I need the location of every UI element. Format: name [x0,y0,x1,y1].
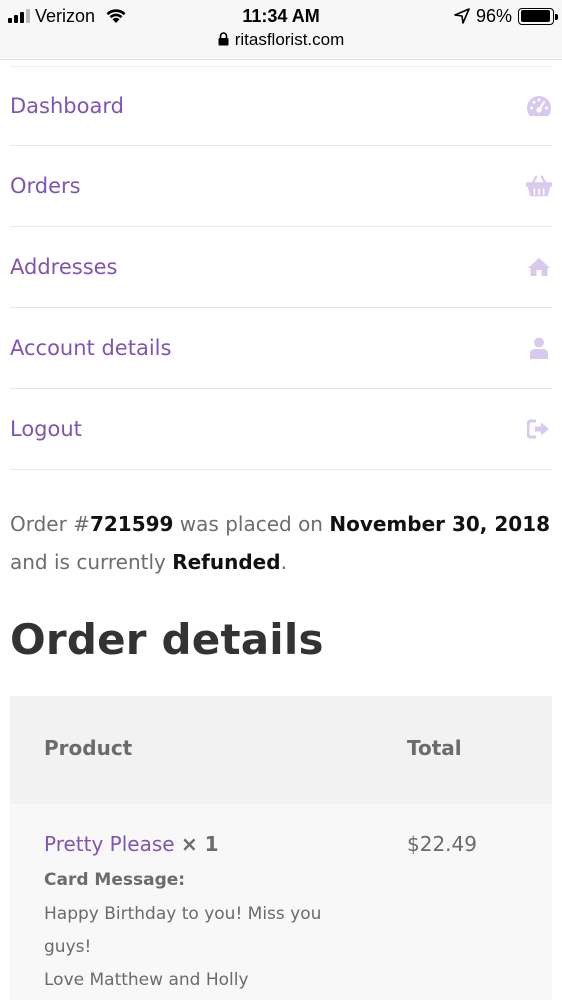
product-name-link[interactable]: Pretty Please × 1 [44,832,219,856]
nav-item-addresses[interactable]: Addresses [10,227,552,308]
page-title: Order details [10,615,324,664]
nav-item-label: Logout [10,417,82,441]
battery-icon [518,7,558,25]
nav-item-logout[interactable]: Logout [10,389,552,470]
product-quantity: × 1 [180,832,219,856]
card-message-label: Card Message: [44,870,186,890]
order-placed-text: was placed on [173,512,330,536]
order-date: November 30, 2018 [329,512,551,536]
logout-icon [526,416,552,442]
home-icon [526,254,552,280]
nav-item-account-details[interactable]: Account details [10,308,552,389]
user-icon [526,335,552,361]
nav-item-dashboard[interactable]: Dashboard [10,66,552,146]
battery-percent: 96% [475,5,512,26]
status-bar: Verizon 11:34 AM 96% ritasflorist.com [0,0,562,60]
nav-item-label: Dashboard [10,94,124,118]
order-status: Refunded [172,550,281,574]
order-and-text: and is currently [10,550,173,574]
order-prefix: Order # [10,512,90,536]
location-arrow-icon [454,8,470,24]
product-name: Pretty Please [44,832,175,856]
table-row: Pretty Please × 1 $22.49 Card Message: H… [10,696,552,1000]
card-message: Happy Birthday to you! Miss you guys! Lo… [44,898,364,997]
product-total: $22.49 [407,832,477,856]
nav-item-label: Orders [10,174,81,198]
address-bar[interactable]: ritasflorist.com [0,30,562,50]
card-message-line: Happy Birthday to you! Miss you [44,904,322,924]
nav-item-orders[interactable]: Orders [10,146,552,227]
account-navigation: Dashboard Orders Addresses Account detai… [10,66,552,470]
url-text: ritasflorist.com [234,30,345,49]
nav-item-label: Account details [10,336,172,360]
lock-icon [218,32,229,46]
order-end: . [280,550,287,574]
nav-item-label: Addresses [10,255,118,279]
order-number: 721599 [89,512,174,536]
basket-icon [526,173,552,199]
dashboard-icon [526,93,552,119]
order-summary: Order #721599 was placed on November 30,… [10,505,555,581]
card-message-line: Love Matthew and Holly [44,970,249,990]
card-message-line: guys! [44,937,92,957]
